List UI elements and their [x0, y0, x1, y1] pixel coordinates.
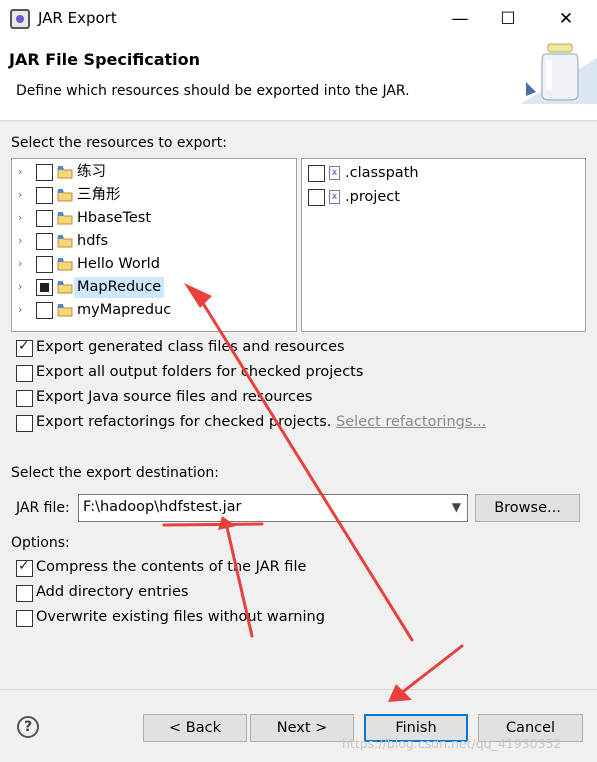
- file-item-label: .classpath: [345, 165, 419, 181]
- export-refactorings-label: Export refactorings for checked projects…: [36, 414, 486, 430]
- project-folder-icon: [57, 166, 73, 179]
- export-class-files-label: Export generated class files and resourc…: [36, 339, 345, 355]
- file-list[interactable]: x .classpath x .project: [301, 158, 586, 332]
- project-tree[interactable]: › 练习 › 三角形 › HbaseTest › hdfs › Hello World › MapRe…: [11, 158, 297, 332]
- file-item[interactable]: x .classpath: [302, 163, 585, 185]
- jar-file-input[interactable]: F:\hadoop\hdfstest.jar: [83, 499, 241, 515]
- page-description: Define which resources should be exporte…: [16, 83, 410, 99]
- page-title: JAR File Specification: [9, 50, 200, 69]
- tree-item-checkbox[interactable]: [36, 233, 53, 250]
- export-refactorings-text: Export refactorings for checked projects…: [36, 414, 332, 430]
- export-java-source-checkbox[interactable]: [16, 390, 33, 407]
- export-refactorings-checkbox[interactable]: [16, 415, 33, 432]
- tree-item-label: myMapreduc: [77, 302, 172, 318]
- next-button[interactable]: Next >: [250, 714, 354, 742]
- project-folder-icon: [57, 189, 73, 202]
- watermark-text: https://blog.csdn.net/qq_41930352: [342, 736, 562, 751]
- file-item-checkbox[interactable]: [308, 165, 325, 182]
- chevron-right-icon[interactable]: ›: [18, 257, 22, 270]
- project-folder-icon: [57, 235, 73, 248]
- project-folder-icon: [57, 304, 73, 317]
- tree-item-checkbox[interactable]: [36, 210, 53, 227]
- chevron-right-icon[interactable]: ›: [18, 280, 22, 293]
- chevron-right-icon[interactable]: ›: [18, 234, 22, 247]
- chevron-down-icon[interactable]: ▼: [452, 500, 461, 514]
- window-title: JAR Export: [38, 9, 117, 27]
- eclipse-app-icon: [10, 9, 30, 29]
- export-output-folders-label: Export all output folders for checked pr…: [36, 364, 364, 380]
- tree-item-label: Hello World: [77, 256, 160, 272]
- chevron-right-icon[interactable]: ›: [18, 303, 22, 316]
- file-item[interactable]: x .project: [302, 187, 585, 209]
- destination-label: Select the export destination:: [11, 465, 220, 481]
- xml-file-icon: x: [329, 166, 340, 180]
- tree-item-checkbox[interactable]: [36, 302, 53, 319]
- tree-item-label: hdfs: [77, 233, 109, 249]
- export-class-files-checkbox[interactable]: [16, 338, 33, 357]
- export-output-folders-checkbox[interactable]: [16, 365, 33, 382]
- wizard-header: JAR File Specification Define which reso…: [0, 38, 597, 121]
- compress-checkbox[interactable]: [16, 558, 33, 577]
- browse-button[interactable]: Browse...: [475, 494, 580, 522]
- tree-item-checkbox[interactable]: [36, 187, 53, 204]
- tree-item[interactable]: › hdfs: [12, 231, 295, 253]
- file-item-label: .project: [345, 189, 400, 205]
- select-refactorings-link[interactable]: Select refactorings...: [336, 414, 486, 430]
- tree-item[interactable]: › MapReduce: [12, 277, 295, 299]
- close-button[interactable]: ✕: [546, 4, 586, 34]
- options-label: Options:: [11, 535, 70, 551]
- title-bar: JAR Export — ☐ ✕: [0, 0, 597, 38]
- add-directory-checkbox[interactable]: [16, 585, 33, 602]
- minimize-button[interactable]: —: [440, 4, 480, 34]
- jar-file-combo[interactable]: F:\hadoop\hdfstest.jar ▼: [78, 494, 468, 522]
- overwrite-checkbox[interactable]: [16, 610, 33, 627]
- tree-item-checkbox[interactable]: [36, 256, 53, 273]
- tree-item[interactable]: › Hello World: [12, 254, 295, 276]
- tree-item-checkbox[interactable]: [36, 164, 53, 181]
- tree-item-label: MapReduce: [74, 277, 165, 298]
- overwrite-label: Overwrite existing files without warning: [36, 609, 325, 625]
- tree-item[interactable]: › myMapreduc: [12, 300, 295, 322]
- chevron-right-icon[interactable]: ›: [18, 165, 22, 178]
- tree-item-label: HbaseTest: [77, 210, 152, 226]
- tree-item[interactable]: › 练习: [12, 162, 295, 184]
- add-directory-label: Add directory entries: [36, 584, 189, 600]
- tree-item-label: 三角形: [77, 187, 121, 203]
- tree-item-checkbox[interactable]: [36, 279, 53, 296]
- tree-item[interactable]: › 三角形: [12, 185, 295, 207]
- tree-item-label: 练习: [77, 164, 106, 180]
- back-button[interactable]: < Back: [143, 714, 247, 742]
- chevron-right-icon[interactable]: ›: [18, 188, 22, 201]
- export-java-source-label: Export Java source files and resources: [36, 389, 313, 405]
- project-folder-icon: [57, 258, 73, 271]
- file-item-checkbox[interactable]: [308, 189, 325, 206]
- jar-wizard-icon: [520, 43, 597, 104]
- jar-file-label: JAR file:: [16, 500, 70, 516]
- footer-divider: [0, 689, 597, 690]
- project-folder-icon: [57, 281, 73, 294]
- xml-file-icon: x: [329, 190, 340, 204]
- tree-item[interactable]: › HbaseTest: [12, 208, 295, 230]
- resources-label: Select the resources to export:: [11, 135, 227, 151]
- compress-label: Compress the contents of the JAR file: [36, 559, 307, 575]
- chevron-right-icon[interactable]: ›: [18, 211, 22, 224]
- jar-export-dialog: JAR Export — ☐ ✕ JAR File Specification …: [0, 0, 597, 762]
- project-folder-icon: [57, 212, 73, 225]
- maximize-button[interactable]: ☐: [488, 4, 528, 34]
- help-icon[interactable]: ?: [17, 716, 39, 738]
